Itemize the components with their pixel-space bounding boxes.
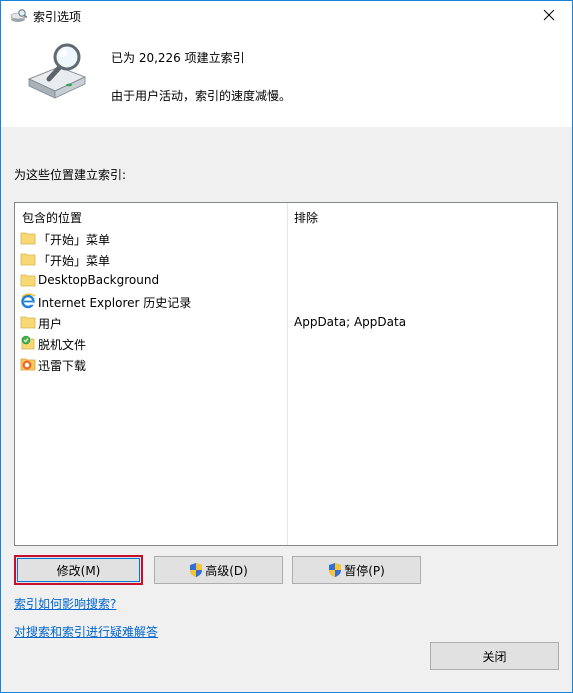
uac-shield-icon (328, 562, 342, 578)
window-title: 索引选项 (33, 10, 82, 24)
folder-icon (20, 272, 36, 288)
advanced-button-label: 高级(D) (205, 563, 248, 578)
ie-icon (20, 293, 36, 309)
list-item[interactable]: DesktopBackground (15, 270, 557, 291)
modify-button[interactable]: 修改(M) (14, 555, 143, 585)
location-name: 用户 (38, 317, 63, 331)
pause-button[interactable]: 暂停(P) (292, 556, 421, 584)
close-button-label: 关闭 (482, 649, 507, 664)
folder-icon (20, 314, 36, 330)
list-item[interactable]: 用户 AppData; AppData (15, 312, 557, 333)
locations-label: 为这些位置建立索引: (14, 168, 127, 182)
troubleshoot-search-link[interactable]: 对搜索和索引进行疑难解答 (14, 623, 158, 640)
folder-icon (20, 230, 36, 246)
column-header-included-locations[interactable]: 包含的位置 (22, 209, 82, 226)
close-icon (543, 9, 555, 24)
title-bar: 索引选项 (1, 1, 572, 31)
list-item[interactable]: 「开始」菜单 (15, 228, 557, 249)
location-name: DesktopBackground (38, 273, 160, 287)
uac-shield-icon (189, 562, 203, 578)
how-indexing-affects-search-link[interactable]: 索引如何影响搜索? (14, 595, 116, 612)
location-name: Internet Explorer 历史记录 (38, 296, 192, 310)
modify-button-focus-frame: 修改(M) (17, 558, 140, 582)
offline-files-icon (20, 335, 36, 351)
indexing-options-window: 索引选项 已为 20,226 项建立索引 由于用户活动，索引的速度减慢。 为这些… (0, 0, 573, 693)
indexing-options-icon (10, 8, 28, 24)
list-item[interactable]: 迅雷下载 (15, 354, 557, 375)
location-name: 迅雷下载 (38, 359, 87, 373)
thunder-icon (20, 356, 36, 372)
indexed-locations-list[interactable]: 包含的位置 排除 「开始」菜单 「开始」菜单 DesktopBackground (14, 202, 558, 546)
pause-button-label: 暂停(P) (344, 563, 385, 578)
location-name: 脱机文件 (38, 338, 87, 352)
advanced-button[interactable]: 高级(D) (154, 556, 283, 584)
list-item[interactable]: 「开始」菜单 (15, 249, 557, 270)
modify-button-label: 修改(M) (56, 563, 101, 578)
indexing-activity-text: 由于用户活动，索引的速度减慢。 (111, 89, 292, 103)
close-button[interactable]: 关闭 (430, 642, 559, 670)
location-name: 「开始」菜单 (38, 233, 111, 247)
list-item[interactable]: Internet Explorer 历史记录 (15, 291, 557, 312)
indexed-count-text: 已为 20,226 项建立索引 (111, 51, 245, 65)
column-header-exclude[interactable]: 排除 (294, 209, 318, 226)
location-name: 「开始」菜单 (38, 254, 111, 268)
exclusion-value: AppData; AppData (294, 315, 407, 329)
folder-icon (20, 251, 36, 267)
close-window-button[interactable] (526, 1, 572, 31)
list-item[interactable]: 脱机文件 (15, 333, 557, 354)
indexed-drive-icon (25, 43, 89, 99)
